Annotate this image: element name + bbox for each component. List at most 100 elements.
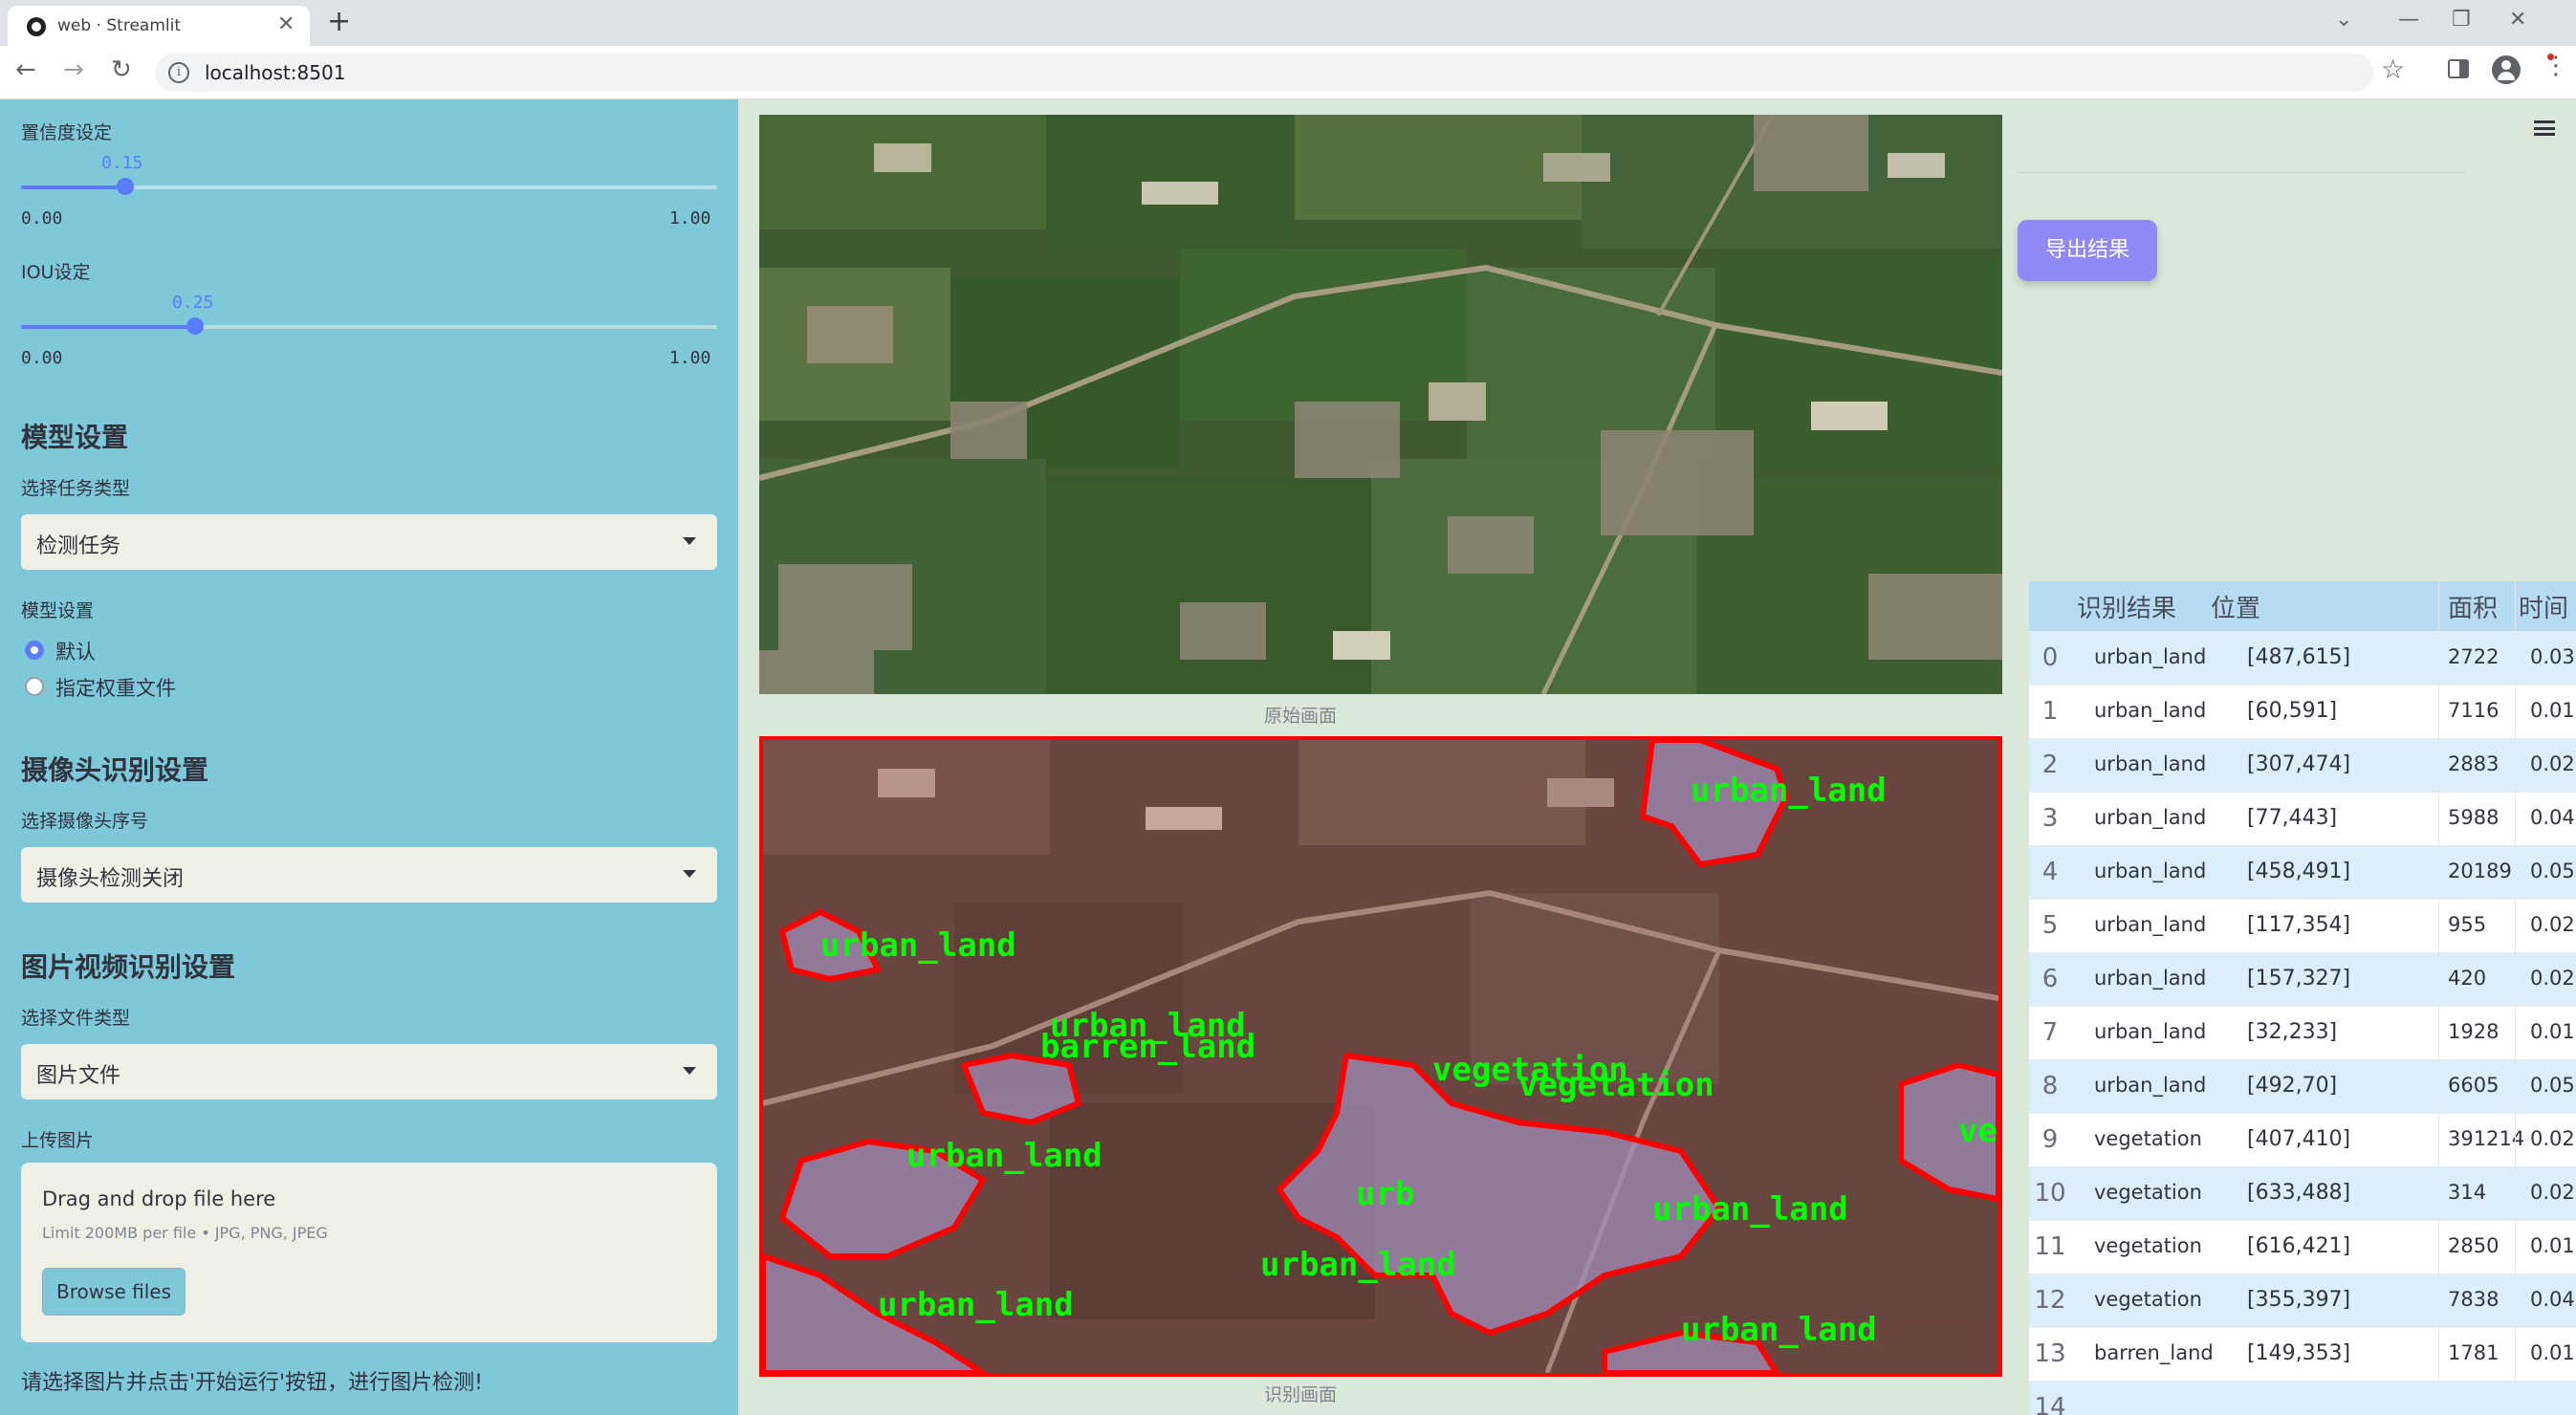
radio-custom-weights[interactable] — [25, 677, 44, 696]
side-panel-icon[interactable] — [2448, 59, 2469, 78]
result-position: [157,327] — [2247, 967, 2351, 990]
task-type-label: 选择任务类型 — [21, 478, 131, 499]
col-header-time[interactable]: 时间 — [2519, 589, 2568, 624]
result-class: urban_land — [2094, 645, 2207, 668]
table-row[interactable]: 10 vegetation [633,488] 314 0.02 — [2029, 1166, 2576, 1220]
result-area: 2850 — [2448, 1234, 2500, 1257]
confidence-value: 0.15 — [101, 153, 143, 173]
result-class: vegetation — [2094, 1127, 2202, 1150]
bookmark-star-icon[interactable]: ☆ — [2381, 54, 2405, 85]
result-position: [633,488] — [2247, 1181, 2351, 1205]
det-label-urban-6: urban_land — [1681, 1311, 1877, 1349]
det-label-vegetation-1: vegetation — [1518, 1066, 1714, 1104]
row-index: 10 — [2034, 1179, 2066, 1208]
chevron-down-icon — [683, 870, 696, 878]
col-header-area[interactable]: 面积 — [2448, 589, 2498, 624]
profile-avatar-icon[interactable] — [2492, 55, 2521, 84]
tab-title: web · Streamlit — [57, 16, 181, 35]
table-row[interactable]: 2 urban_land [307,474] 2883 0.02 — [2029, 738, 2576, 792]
close-tab-icon[interactable]: ✕ — [277, 12, 295, 36]
minimize-icon[interactable]: — — [2398, 8, 2419, 32]
table-row[interactable]: 3 urban_land [77,443] 5988 0.04 — [2029, 792, 2576, 845]
table-row[interactable]: 1 urban_land [60,591] 7116 0.01 — [2029, 685, 2576, 738]
table-row[interactable]: 13 barren_land [149,353] 1781 0.01 — [2029, 1327, 2576, 1381]
result-class: urban_land — [2094, 1020, 2207, 1043]
restore-icon[interactable]: ❐ — [2452, 8, 2471, 32]
export-results-button[interactable]: 导出结果 — [2018, 220, 2157, 281]
iou-slider-thumb[interactable] — [186, 317, 204, 335]
result-time: 0.02 — [2530, 1127, 2575, 1150]
det-label-urb: urb — [1356, 1175, 1414, 1213]
confidence-slider-thumb[interactable] — [117, 178, 135, 195]
result-class: urban_land — [2094, 967, 2207, 990]
confidence-slider[interactable] — [21, 178, 717, 195]
result-position: [355,397] — [2247, 1288, 2351, 1312]
result-area: 5988 — [2448, 806, 2500, 829]
table-row[interactable]: 7 urban_land [32,233] 1928 0.01 — [2029, 1006, 2576, 1059]
result-position: [458,491] — [2247, 860, 2351, 883]
table-row[interactable]: 4 urban_land [458,491] 20189 0.05 — [2029, 845, 2576, 899]
result-class: urban_land — [2094, 860, 2207, 882]
file-dropzone[interactable]: Drag and drop file here Limit 200MB per … — [21, 1163, 717, 1342]
address-bar: ← → ↻ i localhost:8501 ☆ ⋮ — [0, 46, 2576, 99]
result-time: 0.01 — [2530, 1234, 2575, 1257]
result-time: 0.01 — [2530, 1341, 2575, 1364]
row-index: 9 — [2041, 1125, 2059, 1154]
divider — [2018, 172, 2465, 173]
task-type-select[interactable]: 检测任务 — [21, 514, 717, 570]
reload-icon[interactable]: ↻ — [111, 55, 132, 84]
camera-label: 选择摄像头序号 — [21, 811, 149, 832]
table-row[interactable]: 11 vegetation [616,421] 2850 0.01 — [2029, 1220, 2576, 1274]
iou-slider[interactable] — [21, 317, 717, 335]
result-time: 0.02 — [2530, 1181, 2575, 1204]
row-index: 0 — [2041, 643, 2059, 672]
browser-menu-icon[interactable]: ⋮ — [2543, 52, 2568, 80]
table-row[interactable]: 0 urban_land [487,615] 2722 0.03 — [2029, 631, 2576, 685]
det-label-ve: ve — [1958, 1112, 1997, 1150]
tab-search-chevron-icon[interactable]: ⌄ — [2335, 8, 2352, 32]
table-row[interactable]: 14 — [2029, 1381, 2576, 1415]
browse-files-button[interactable]: Browse files — [42, 1268, 186, 1316]
result-position: [60,591] — [2247, 699, 2338, 723]
radio-custom-weights-label[interactable]: 指定权重文件 — [55, 673, 176, 702]
table-row[interactable]: 5 urban_land [117,354] 955 0.02 — [2029, 899, 2576, 952]
url-field[interactable]: i localhost:8501 — [155, 54, 2373, 92]
chevron-down-icon — [683, 1067, 696, 1075]
camera-select[interactable]: 摄像头检测关闭 — [21, 847, 717, 903]
file-type-select[interactable]: 图片文件 — [21, 1044, 717, 1099]
det-label-urban-3: urban_land — [906, 1137, 1102, 1175]
table-row[interactable]: 6 urban_land [157,327] 420 0.02 — [2029, 952, 2576, 1006]
radio-default-label[interactable]: 默认 — [55, 637, 96, 665]
browser-tab-bar: web · Streamlit ✕ + ⌄ — ❐ ✕ — [0, 0, 2576, 46]
result-area: 20189 — [2448, 860, 2512, 882]
result-area: 2722 — [2448, 645, 2500, 668]
result-class: vegetation — [2094, 1288, 2202, 1311]
col-header-position[interactable]: 位置 — [2211, 589, 2260, 624]
table-row[interactable]: 9 vegetation [407,410] 391214 0.02 — [2029, 1113, 2576, 1166]
result-position: [487,615] — [2247, 645, 2351, 669]
result-position: [77,443] — [2247, 806, 2338, 830]
confidence-max: 1.00 — [669, 208, 711, 229]
col-header-result[interactable]: 识别结果 — [2077, 589, 2176, 624]
forward-icon[interactable]: → — [63, 55, 84, 84]
browser-tab[interactable]: web · Streamlit ✕ — [8, 6, 310, 46]
radio-default[interactable] — [25, 641, 44, 660]
result-time: 0.01 — [2530, 1020, 2575, 1043]
row-index: 6 — [2041, 965, 2059, 993]
result-position: [117,354] — [2247, 913, 2351, 937]
result-area: 1928 — [2448, 1020, 2500, 1043]
site-info-icon[interactable]: i — [168, 62, 189, 83]
back-icon[interactable]: ← — [15, 55, 36, 84]
dropzone-title: Drag and drop file here — [42, 1187, 276, 1210]
table-row[interactable]: 8 urban_land [492,70] 6605 0.05 — [2029, 1059, 2576, 1113]
result-area: 7838 — [2448, 1288, 2500, 1311]
table-row[interactable]: 12 vegetation [355,397] 7838 0.04 — [2029, 1274, 2576, 1327]
result-time: 0.05 — [2530, 860, 2575, 882]
row-index: 7 — [2041, 1018, 2059, 1047]
camera-section-heading: 摄像头识别设置 — [21, 754, 209, 786]
row-index: 5 — [2041, 911, 2059, 940]
app-menu-icon[interactable] — [2534, 120, 2555, 136]
close-window-icon[interactable]: ✕ — [2509, 8, 2526, 32]
new-tab-icon[interactable]: + — [327, 5, 351, 38]
row-index: 8 — [2041, 1072, 2059, 1100]
